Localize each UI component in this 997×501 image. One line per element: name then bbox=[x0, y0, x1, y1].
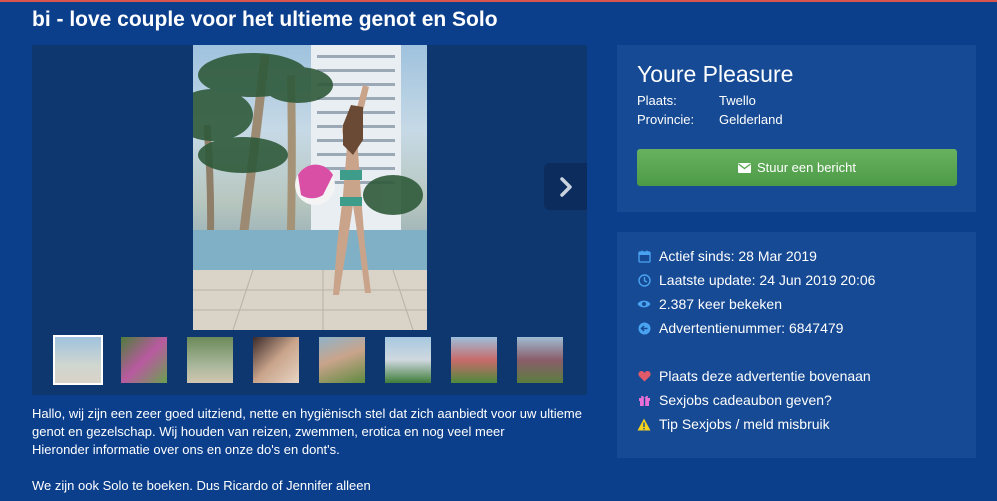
warning-icon bbox=[637, 417, 651, 431]
calendar-icon bbox=[637, 249, 651, 263]
place-row: Plaats: Twello bbox=[637, 93, 756, 108]
photo-gallery bbox=[32, 45, 587, 395]
promote-ad-text: Plaats deze advertentie bovenaan bbox=[659, 368, 871, 384]
views-row: 2.387 keer bekeken bbox=[637, 296, 782, 312]
description-line: We zijn ook Solo te boeken. Dus Ricardo … bbox=[32, 478, 371, 493]
active-since-row: Actief sinds: 28 Mar 2019 bbox=[637, 248, 817, 264]
thumbnail-strip bbox=[53, 335, 573, 385]
next-photo-button[interactable] bbox=[544, 163, 587, 210]
send-message-label: Stuur een bericht bbox=[756, 160, 856, 175]
ad-number-row: Advertentienummer: 6847479 bbox=[637, 320, 843, 336]
thumbnail[interactable] bbox=[185, 335, 235, 385]
thumbnail[interactable] bbox=[251, 335, 301, 385]
place-label: Plaats: bbox=[637, 93, 677, 108]
thumbnail[interactable] bbox=[383, 335, 433, 385]
gift-voucher-text: Sexjobs cadeaubon geven? bbox=[659, 392, 832, 408]
heart-icon bbox=[637, 369, 651, 383]
page-title: bi - love couple voor het ultieme genot … bbox=[32, 8, 498, 31]
description-line: Hieronder informatie over ons en onze do… bbox=[32, 442, 340, 457]
envelope-icon bbox=[737, 162, 751, 173]
province-row: Provincie: Gelderland bbox=[637, 112, 783, 127]
gift-icon bbox=[637, 393, 651, 407]
clock-icon bbox=[637, 273, 651, 287]
profile-panel: Youre Pleasure Plaats: Twello Provincie: G… bbox=[617, 45, 976, 212]
ad-number-text: Advertentienummer: 6847479 bbox=[659, 320, 844, 336]
place-value: Twello bbox=[719, 93, 756, 108]
top-accent-line bbox=[0, 0, 997, 2]
main-photo-image bbox=[193, 45, 427, 330]
promote-ad-link[interactable]: Plaats deze advertentie bovenaan bbox=[637, 368, 871, 384]
gift-voucher-link[interactable]: Sexjobs cadeaubon geven? bbox=[637, 392, 832, 408]
thumbnail[interactable] bbox=[317, 335, 367, 385]
report-abuse-text: Tip Sexjobs / meld misbruik bbox=[659, 416, 830, 432]
views-text: 2.387 keer bekeken bbox=[659, 296, 782, 312]
thumbnail[interactable] bbox=[515, 335, 565, 385]
last-update-row: Laatste update: 24 Jun 2019 20:06 bbox=[637, 272, 875, 288]
profile-name: Youre Pleasure bbox=[637, 61, 794, 87]
send-message-button[interactable]: Stuur een bericht bbox=[637, 149, 957, 186]
description-line: Hallo, wij zijn een zeer goed uitziend, … bbox=[32, 406, 582, 421]
main-photo[interactable] bbox=[193, 45, 427, 330]
thumbnail[interactable] bbox=[53, 335, 103, 385]
description-line: genot en gezelschap. Wij houden van reiz… bbox=[32, 424, 505, 439]
ad-description: Hallo, wij zijn een zeer goed uitziend, … bbox=[32, 405, 592, 495]
arrow-circle-icon bbox=[637, 321, 651, 335]
province-value: Gelderland bbox=[719, 112, 783, 127]
thumbnail[interactable] bbox=[449, 335, 499, 385]
eye-icon bbox=[637, 297, 651, 311]
province-label: Provincie: bbox=[637, 112, 695, 127]
active-since-text: Actief sinds: 28 Mar 2019 bbox=[659, 248, 817, 264]
info-panel: Actief sinds: 28 Mar 2019 Laatste update… bbox=[617, 232, 976, 458]
last-update-text: Laatste update: 24 Jun 2019 20:06 bbox=[659, 272, 876, 288]
thumbnail[interactable] bbox=[119, 335, 169, 385]
chevron-right-icon bbox=[559, 176, 572, 197]
report-abuse-link[interactable]: Tip Sexjobs / meld misbruik bbox=[637, 416, 830, 432]
